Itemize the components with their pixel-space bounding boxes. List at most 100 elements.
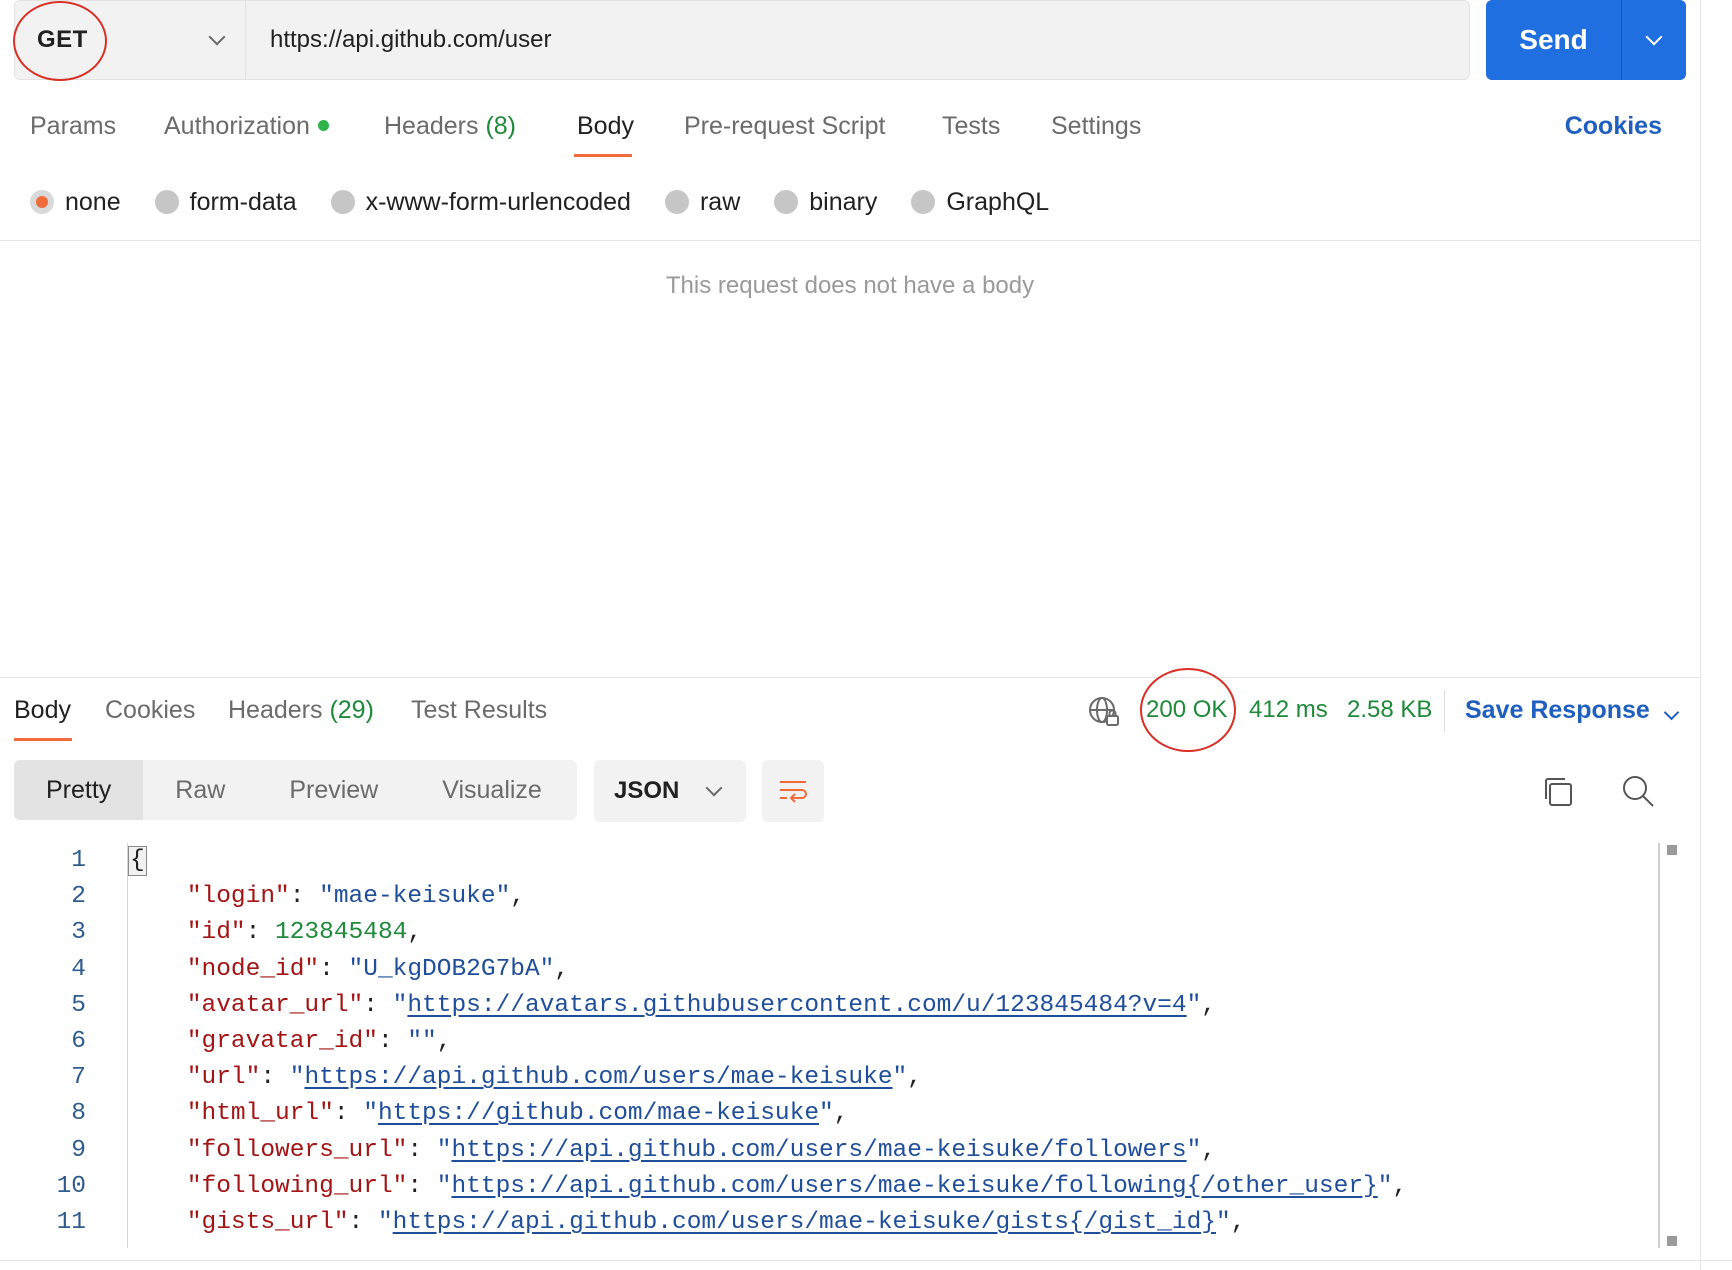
network-globe-lock-icon[interactable] bbox=[1088, 696, 1120, 728]
view-mode-raw[interactable]: Raw bbox=[143, 760, 257, 820]
json-quote: " bbox=[1186, 1136, 1202, 1164]
scroll-down-arrow[interactable] bbox=[1667, 1236, 1677, 1246]
json-comma: , bbox=[1392, 1172, 1408, 1200]
tab-headers[interactable]: Headers (8) bbox=[384, 112, 516, 141]
line-number: 6 bbox=[71, 1028, 86, 1055]
json-url-link[interactable]: https://api.github.com/users/mae-keisuke bbox=[304, 1064, 892, 1091]
chevron-down-icon bbox=[1645, 28, 1663, 46]
search-icon[interactable] bbox=[1620, 773, 1656, 809]
url-input[interactable] bbox=[246, 1, 1469, 79]
json-comma: , bbox=[436, 1028, 452, 1055]
radio-binary[interactable]: binary bbox=[774, 188, 877, 217]
radio-form-data[interactable]: form-data bbox=[154, 188, 297, 217]
status-dot-icon bbox=[317, 119, 329, 131]
active-tab-indicator bbox=[14, 738, 72, 741]
code-line: 6 "gravatar_id": "", bbox=[0, 1024, 1660, 1060]
response-time[interactable]: 412 ms bbox=[1249, 696, 1328, 724]
line-number: 11 bbox=[56, 1209, 86, 1236]
json-url-link[interactable]: https://github.com/mae-keisuke bbox=[378, 1100, 819, 1127]
json-colon: : bbox=[407, 1172, 437, 1200]
code-text: "login": "mae-keisuke", bbox=[128, 879, 525, 915]
json-key: "following_url" bbox=[186, 1172, 408, 1200]
radio-x-www-form-urlencoded[interactable]: x-www-form-urlencoded bbox=[330, 188, 631, 217]
tab-pre-request-script[interactable]: Pre-request Script bbox=[684, 112, 885, 141]
tab-body[interactable]: Body bbox=[577, 112, 634, 141]
chevron-down-icon bbox=[705, 779, 723, 797]
json-string: "mae-keisuke" bbox=[319, 883, 511, 911]
pane-resize-handle[interactable] bbox=[0, 677, 1700, 678]
tab-settings[interactable]: Settings bbox=[1051, 112, 1141, 141]
response-tab-body[interactable]: Body bbox=[14, 696, 71, 725]
tab-label: Tests bbox=[942, 112, 1001, 140]
wrap-lines-button[interactable] bbox=[762, 760, 824, 822]
code-line: 7 "url": "https://api.github.com/users/m… bbox=[0, 1060, 1660, 1096]
save-response-label: Save Response bbox=[1465, 696, 1650, 724]
line-number: 7 bbox=[71, 1064, 86, 1092]
tab-tests[interactable]: Tests bbox=[942, 112, 1000, 141]
method-selector[interactable]: GET bbox=[13, 1, 246, 81]
scrollbar[interactable] bbox=[1658, 843, 1660, 1248]
response-tab-headers[interactable]: Headers (29) bbox=[228, 696, 374, 725]
line-number: 4 bbox=[71, 955, 86, 983]
tab-params[interactable]: Params bbox=[30, 112, 116, 141]
json-quote: " bbox=[377, 1209, 393, 1236]
json-url-link[interactable]: https://api.github.com/users/mae-keisuke… bbox=[393, 1209, 1216, 1236]
code-text: "gists_url": "https://api.github.com/use… bbox=[128, 1205, 1246, 1241]
json-colon: : bbox=[245, 919, 276, 947]
active-tab-indicator bbox=[574, 154, 632, 157]
code-text: "node_id": "U_kgDOB2G7bA", bbox=[128, 952, 569, 988]
tab-label: Test Results bbox=[411, 696, 548, 724]
save-response-button[interactable]: Save Response bbox=[1465, 696, 1680, 725]
json-quote: " bbox=[363, 1100, 378, 1128]
response-tab-test-results[interactable]: Test Results bbox=[411, 696, 547, 725]
response-tabs: Body Cookies Headers (29) Test Results 2… bbox=[0, 668, 1700, 752]
json-quote: " bbox=[392, 991, 408, 1019]
radio-raw[interactable]: raw bbox=[664, 188, 740, 217]
code-line: 10 "following_url": "https://api.github.… bbox=[0, 1169, 1660, 1205]
json-brace: { bbox=[128, 846, 147, 876]
json-key: "html_url" bbox=[186, 1100, 334, 1128]
json-string: "" bbox=[407, 1028, 437, 1055]
response-tab-cookies[interactable]: Cookies bbox=[105, 696, 195, 725]
cookies-link[interactable]: Cookies bbox=[1565, 112, 1662, 141]
json-url-link[interactable]: https://api.github.com/users/mae-keisuke… bbox=[451, 1173, 1377, 1200]
tab-label: Pre-request Script bbox=[684, 112, 886, 140]
copy-icon[interactable] bbox=[1541, 775, 1575, 809]
radio-label: GraphQL bbox=[946, 187, 1050, 216]
radio-graphql[interactable]: GraphQL bbox=[911, 188, 1049, 217]
response-code-viewer[interactable]: 1{2 "login": "mae-keisuke", 3 "id": 12384… bbox=[0, 843, 1660, 1248]
scroll-up-arrow[interactable] bbox=[1667, 845, 1677, 855]
response-size[interactable]: 2.58 KB bbox=[1347, 696, 1432, 724]
json-url-link[interactable]: https://avatars.githubusercontent.com/u/… bbox=[407, 992, 1186, 1019]
json-quote: " bbox=[819, 1100, 834, 1128]
view-mode-pretty[interactable]: Pretty bbox=[14, 760, 144, 820]
annotation-circle-method bbox=[13, 1, 107, 81]
send-options-dropdown[interactable] bbox=[1622, 0, 1686, 80]
json-number: 123845484 bbox=[275, 919, 408, 947]
radio-none[interactable]: none bbox=[30, 188, 121, 217]
json-comma: , bbox=[510, 883, 525, 911]
view-mode-visualize[interactable]: Visualize bbox=[410, 760, 574, 820]
json-colon: : bbox=[333, 1100, 364, 1128]
annotation-circle-status bbox=[1140, 668, 1236, 752]
code-text: "avatar_url": "https://avatars.githubuse… bbox=[128, 988, 1216, 1024]
radio-label: none bbox=[65, 187, 121, 216]
json-quote: " bbox=[436, 1136, 452, 1164]
send-button[interactable]: Send bbox=[1486, 0, 1622, 80]
tab-authorization[interactable]: Authorization bbox=[164, 112, 329, 141]
json-key: "login" bbox=[186, 883, 290, 911]
radio-icon bbox=[911, 190, 936, 214]
json-url-link[interactable]: https://api.github.com/users/mae-keisuke… bbox=[451, 1137, 1186, 1164]
radio-label: binary bbox=[809, 187, 878, 216]
json-colon: : bbox=[319, 955, 349, 983]
code-line: 4 "node_id": "U_kgDOB2G7bA", bbox=[0, 952, 1660, 988]
code-text: { bbox=[128, 843, 147, 879]
view-mode-preview[interactable]: Preview bbox=[257, 760, 410, 820]
format-selector[interactable]: JSON bbox=[594, 760, 746, 822]
radio-selected-icon bbox=[30, 190, 54, 214]
